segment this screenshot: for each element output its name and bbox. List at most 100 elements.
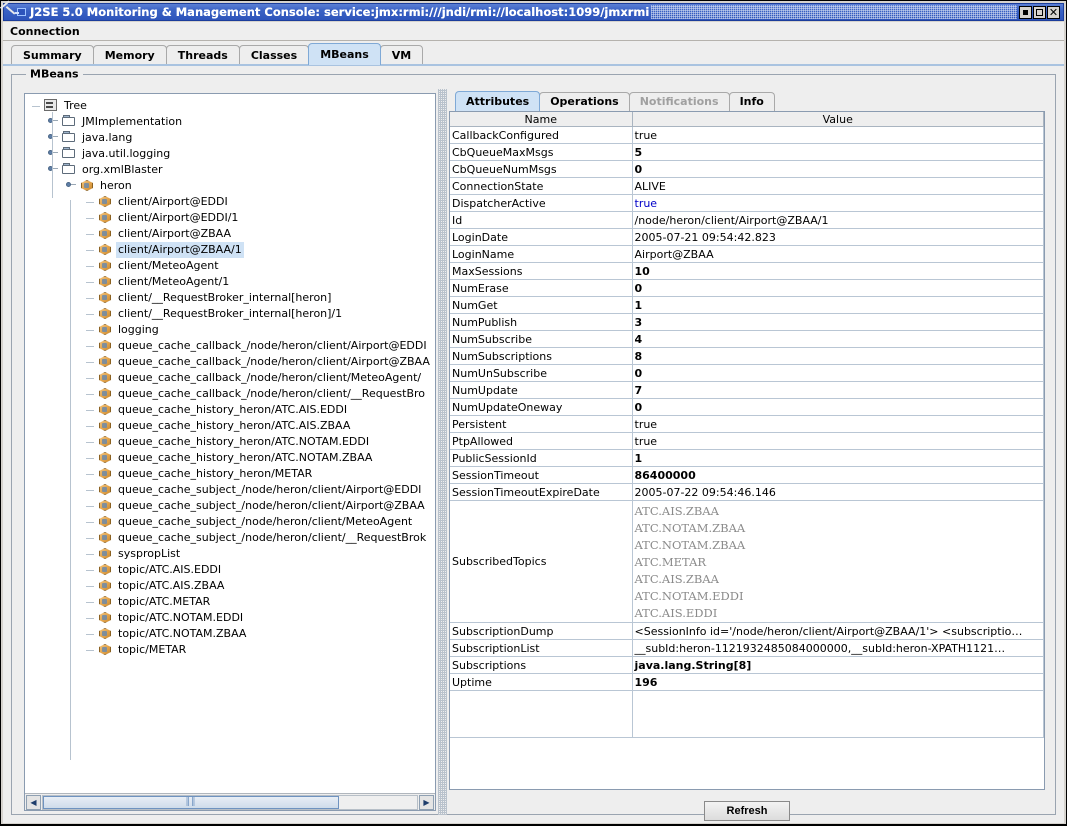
tree-node-java-lang[interactable]: java.lang xyxy=(29,130,435,146)
table-row[interactable]: NumGet 1 xyxy=(450,296,1044,314)
tree-node-logging[interactable]: logging xyxy=(29,322,435,338)
tree-node-client-requestbroker-internal-heron-1[interactable]: client/__RequestBroker_internal[heron]/1 xyxy=(29,306,435,322)
expand-toggle-icon[interactable] xyxy=(47,114,61,130)
table-row[interactable]: NumSubscriptions 8 xyxy=(450,347,1044,365)
attribute-value-cell[interactable]: true xyxy=(632,126,1044,144)
tree-node-client-meteoagent[interactable]: client/MeteoAgent xyxy=(29,258,435,274)
table-row[interactable]: CbQueueMaxMsgs 5 xyxy=(450,143,1044,161)
tree-node-java-util-logging[interactable]: java.util.logging xyxy=(29,146,435,162)
table-row[interactable]: PublicSessionId 1 xyxy=(450,449,1044,467)
attribute-value-cell[interactable]: __subId:heron-1121932485084000000,__subI… xyxy=(632,639,1044,657)
refresh-button[interactable]: Refresh xyxy=(703,801,791,821)
close-button[interactable]: ✕ xyxy=(1047,5,1060,19)
tab-memory[interactable]: Memory xyxy=(92,45,167,65)
tree-node-client-requestbroker-internal-heron[interactable]: client/__RequestBroker_internal[heron] xyxy=(29,290,435,306)
subscribed-topics-value-cell[interactable]: ATC.AIS.ZBAA ATC.NOTAM.ZBAA ATC.NOTAM.ZBAA… xyxy=(632,500,1044,623)
tree-scroll-view[interactable]: Tree JMImplementation java.lang java.util.l… xyxy=(25,94,435,793)
scroll-right-arrow-icon[interactable]: ▶ xyxy=(419,794,434,810)
attribute-value-cell[interactable]: 0 xyxy=(632,279,1044,297)
attribute-value-cell[interactable]: java.lang.String[8] xyxy=(632,656,1044,674)
menu-connection[interactable]: Connection xyxy=(3,23,87,40)
tree-node-heron[interactable]: heron xyxy=(29,178,435,194)
table-row[interactable]: NumUnSubscribe 0 xyxy=(450,364,1044,382)
tab-mbeans[interactable]: MBeans xyxy=(308,43,381,65)
tree-root-node[interactable]: Tree xyxy=(29,98,435,114)
attribute-value-cell[interactable]: 10 xyxy=(632,262,1044,280)
attribute-value-cell[interactable]: true xyxy=(632,194,1044,212)
table-row[interactable]: MaxSessions 10 xyxy=(450,262,1044,280)
attribute-value-cell[interactable]: Airport@ZBAA xyxy=(632,245,1044,263)
table-row[interactable]: SessionTimeoutExpireDate 2005-07-22 09:54… xyxy=(450,483,1044,501)
attribute-value-cell[interactable]: 5 xyxy=(632,143,1044,161)
attribute-value-cell[interactable]: 7 xyxy=(632,381,1044,399)
table-row[interactable]: PtpAllowed true xyxy=(450,432,1044,450)
attribute-value-cell[interactable]: 0 xyxy=(632,160,1044,178)
table-row[interactable]: NumPublish 3 xyxy=(450,313,1044,331)
tree-node-queue-cache-subject-node-heron-client-requestbrok[interactable]: queue_cache_subject_/node/heron/client/_… xyxy=(29,530,435,546)
table-row[interactable]: SessionTimeout 86400000 xyxy=(450,466,1044,484)
detail-tab-attributes[interactable]: Attributes xyxy=(455,91,541,111)
tree-node-queue-cache-history-heron-atc-ais-eddi[interactable]: queue_cache_history_heron/ATC.AIS.EDDI xyxy=(29,402,435,418)
attribute-value-cell[interactable]: ALIVE xyxy=(632,177,1044,195)
tree-horizontal-scrollbar[interactable]: ◀ ‖‖ ▶ xyxy=(25,793,435,810)
tree-node-queue-cache-history-heron-atc-ais-zbaa[interactable]: queue_cache_history_heron/ATC.AIS.ZBAA xyxy=(29,418,435,434)
attribute-value-cell[interactable]: <SessionInfo id='/node/heron/client/Airp… xyxy=(632,622,1044,640)
tree-node-jmimplementation[interactable]: JMImplementation xyxy=(29,114,435,130)
attribute-value-cell[interactable]: 2005-07-22 09:54:46.146 xyxy=(632,483,1044,501)
attributes-table-container[interactable]: Name Value CallbackConfigured true CbQueue… xyxy=(449,111,1045,790)
table-row[interactable]: ConnectionState ALIVE xyxy=(450,177,1044,195)
collapse-toggle-icon[interactable] xyxy=(65,178,79,194)
mbean-tree[interactable]: Tree JMImplementation java.lang java.util.l… xyxy=(25,94,435,760)
attribute-value-cell[interactable]: 8 xyxy=(632,347,1044,365)
tab-threads[interactable]: Threads xyxy=(165,45,240,65)
tree-node-queue-cache-callback-node-heron-client-meteoagent[interactable]: queue_cache_callback_/node/heron/client/… xyxy=(29,370,435,386)
tree-node-client-airport-eddi-1[interactable]: client/Airport@EDDI/1 xyxy=(29,210,435,226)
split-pane-divider[interactable] xyxy=(438,89,447,815)
table-row[interactable]: Persistent true xyxy=(450,415,1044,433)
collapse-toggle-icon[interactable] xyxy=(47,162,61,178)
tree-node-client-airport-zbaa-1[interactable]: client/Airport@ZBAA/1 xyxy=(29,242,435,258)
table-row[interactable]: SubscriptionDump <SessionInfo id='/node/h… xyxy=(450,622,1044,640)
attribute-value-cell[interactable]: 2005-07-21 09:54:42.823 xyxy=(632,228,1044,246)
tree-node-topic-atc-ais-eddi[interactable]: topic/ATC.AIS.EDDI xyxy=(29,562,435,578)
table-row[interactable]: DispatcherActive true xyxy=(450,194,1044,212)
tree-node-topic-atc-metar[interactable]: topic/ATC.METAR xyxy=(29,594,435,610)
table-row[interactable]: Subscriptions java.lang.String[8] xyxy=(450,656,1044,674)
table-row[interactable]: LoginDate 2005-07-21 09:54:42.823 xyxy=(450,228,1044,246)
table-row[interactable]: NumUpdateOneway 0 xyxy=(450,398,1044,416)
tree-node-topic-atc-ais-zbaa[interactable]: topic/ATC.AIS.ZBAA xyxy=(29,578,435,594)
attribute-value-cell[interactable]: 0 xyxy=(632,364,1044,382)
tab-summary[interactable]: Summary xyxy=(11,45,94,65)
table-row[interactable]: NumErase 0 xyxy=(450,279,1044,297)
attribute-value-cell[interactable]: 4 xyxy=(632,330,1044,348)
maximize-button[interactable] xyxy=(1033,5,1046,19)
tree-node-queue-cache-history-heron-atc-notam-eddi[interactable]: queue_cache_history_heron/ATC.NOTAM.EDDI xyxy=(29,434,435,450)
minimize-button[interactable] xyxy=(1019,5,1032,19)
attribute-value-cell[interactable]: 0 xyxy=(632,398,1044,416)
attribute-value-cell[interactable]: 1 xyxy=(632,296,1044,314)
attribute-value-cell[interactable]: /node/heron/client/Airport@ZBAA/1 xyxy=(632,211,1044,229)
tab-classes[interactable]: Classes xyxy=(238,45,310,65)
attribute-value-cell[interactable]: 196 xyxy=(632,673,1044,691)
table-row[interactable]: Uptime 196 xyxy=(450,673,1044,691)
column-header-value[interactable]: Value xyxy=(632,112,1044,127)
attribute-value-cell[interactable]: 1 xyxy=(632,449,1044,467)
tree-node-topic-metar[interactable]: topic/METAR xyxy=(29,642,435,658)
tree-node-queue-cache-subject-node-heron-client-airport-zbaa[interactable]: queue_cache_subject_/node/heron/client/A… xyxy=(29,498,435,514)
table-row[interactable]: SubscriptionList __subId:heron-1121932485… xyxy=(450,639,1044,657)
tree-node-queue-cache-history-heron-metar[interactable]: queue_cache_history_heron/METAR xyxy=(29,466,435,482)
detail-tab-info[interactable]: Info xyxy=(728,92,775,111)
tree-node-topic-atc-notam-eddi[interactable]: topic/ATC.NOTAM.EDDI xyxy=(29,610,435,626)
table-row-subscribed-topics[interactable]: SubscribedTopics ATC.AIS.ZBAA ATC.NOTAM.ZB… xyxy=(450,500,1044,623)
attribute-value-cell[interactable]: true xyxy=(632,415,1044,433)
table-row[interactable]: NumUpdate 7 xyxy=(450,381,1044,399)
detail-tab-operations[interactable]: Operations xyxy=(539,92,630,111)
tree-node-client-airport-zbaa[interactable]: client/Airport@ZBAA xyxy=(29,226,435,242)
scrollbar-thumb[interactable]: ‖‖ xyxy=(43,795,339,809)
tree-node-client-meteoagent-1[interactable]: client/MeteoAgent/1 xyxy=(29,274,435,290)
table-row[interactable]: Id/node/heron/client/Airport@ZBAA/1 xyxy=(450,211,1044,229)
attribute-value-cell[interactable]: 3 xyxy=(632,313,1044,331)
table-row[interactable]: CallbackConfigured true xyxy=(450,126,1044,144)
tree-node-queue-cache-subject-node-heron-client-meteoagent[interactable]: queue_cache_subject_/node/heron/client/M… xyxy=(29,514,435,530)
table-row[interactable]: LoginName Airport@ZBAA xyxy=(450,245,1044,263)
